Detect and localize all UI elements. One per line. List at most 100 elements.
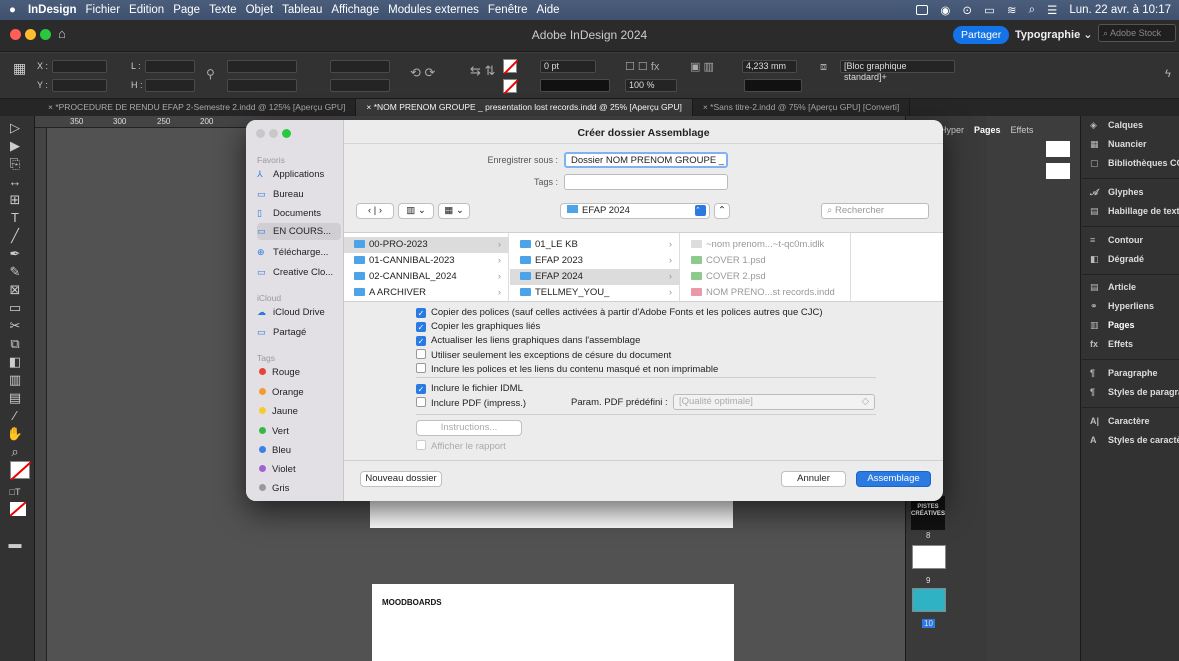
zoom-tool-icon[interactable]: ⌕ (6, 444, 24, 460)
sidebar-item-icloud-drive[interactable]: ☁ iCloud Drive (257, 304, 341, 321)
panel-hyperliens[interactable]: ⚭ Hyperliens (1090, 301, 1154, 312)
search-field[interactable]: ⌕ Rechercher (821, 203, 929, 219)
tag-rouge[interactable]: Rouge (257, 364, 341, 381)
line-tool-icon[interactable]: ╱ (6, 228, 24, 244)
package-button[interactable]: Assemblage (856, 471, 931, 487)
dimension-field[interactable]: 4,233 mm (742, 60, 797, 73)
tab-presentation[interactable]: × *NOM PRENOM GROUPE _ presentation lost… (356, 99, 693, 116)
flip-icons[interactable]: ⇆ ⇅ (470, 63, 495, 79)
fill-swatch[interactable] (503, 59, 519, 75)
w-field[interactable] (145, 60, 195, 73)
group-button[interactable]: ▦ ⌄ (438, 203, 470, 219)
fill-stroke-icon[interactable] (10, 461, 32, 481)
list-item[interactable]: 02-CANNIBAL_2024 › (344, 269, 509, 285)
rectangle-frame-tool-icon[interactable]: ⊠ (6, 282, 24, 298)
menu-page[interactable]: Page (173, 4, 200, 16)
page-thumb-9[interactable] (912, 588, 946, 612)
panel-habillage[interactable]: ▤ Habillage de texte (1090, 206, 1179, 217)
dialog-minimize-button[interactable] (269, 129, 278, 138)
tag-vert[interactable]: Vert (257, 423, 341, 440)
stroke-style-select[interactable] (744, 79, 802, 92)
checkbox[interactable]: ✓ (416, 322, 426, 332)
selection-tool-icon[interactable]: ▷ (6, 120, 24, 136)
list-item[interactable]: EFAP 2023 › (510, 253, 680, 269)
checkbox[interactable]: ✓ (416, 384, 426, 394)
vertical-ruler[interactable] (35, 128, 47, 661)
menu-app-name[interactable]: InDesign (28, 4, 77, 16)
list-item[interactable]: COVER 2.psd (681, 269, 851, 285)
master-thumb[interactable] (1046, 163, 1070, 179)
panel-degrade[interactable]: ◧ Dégradé (1090, 254, 1144, 265)
menu-fenetre[interactable]: Fenêtre (488, 4, 528, 16)
option-copy-graphics[interactable]: ✓ Copier les graphiques liés (416, 321, 540, 333)
tags-field[interactable] (564, 174, 728, 190)
battery-icon[interactable]: ▭ (984, 3, 995, 17)
instructions-button[interactable]: Instructions... (416, 420, 522, 436)
checkbox[interactable] (416, 363, 426, 373)
back-forward-buttons[interactable]: ‹ | › (356, 203, 394, 219)
pencil-tool-icon[interactable]: ✎ (6, 264, 24, 280)
gap-tool-icon[interactable]: ↔ (6, 174, 24, 190)
option-pdf[interactable]: Inclure PDF (impress.) (416, 397, 526, 410)
share-button[interactable]: Partager (953, 26, 1010, 44)
menu-objet[interactable]: Objet (246, 4, 274, 16)
option-hidden-content[interactable]: Inclure les polices et les liens du cont… (416, 363, 718, 376)
gradient-feather-icon[interactable]: ▥ (6, 372, 24, 388)
wifi-icon[interactable]: ≋ (1007, 3, 1017, 17)
list-item[interactable]: 01_LE KB › (510, 237, 680, 253)
apply-none-icon[interactable] (9, 501, 27, 517)
sidebar-item-en-cours[interactable]: ▭ EN COURS... (257, 223, 341, 240)
sidebar-item-documents[interactable]: ▯ Documents (257, 205, 341, 222)
panel-paragraphe[interactable]: ¶ Paragraphe (1090, 368, 1158, 378)
panel-styles-caractere[interactable]: A Styles de caractère (1090, 435, 1179, 445)
screen-icon[interactable] (916, 5, 929, 15)
x-field[interactable] (52, 60, 107, 73)
list-item[interactable]: 00-PRO-2023 › (344, 237, 509, 253)
view-mode-button[interactable]: ▥ ⌄ (398, 203, 434, 219)
new-folder-button[interactable]: Nouveau dossier (360, 471, 442, 487)
shear-field[interactable] (330, 79, 390, 92)
list-item[interactable]: EFAP 2024 › (510, 269, 680, 285)
menu-modules[interactable]: Modules externes (388, 4, 479, 16)
clock[interactable]: Lun. 22 avr. à 10:17 (1069, 4, 1171, 16)
reference-point-icon[interactable]: ▦ (13, 60, 26, 77)
gradient-tool-icon[interactable]: ◧ (6, 354, 24, 370)
checkbox[interactable] (416, 397, 426, 407)
panel-glyphes[interactable]: 𝒜 Glyphes (1090, 187, 1144, 198)
menu-affichage[interactable]: Affichage (331, 4, 379, 16)
list-item[interactable]: 01-CANNIBAL-2023 › (344, 253, 509, 269)
cancel-button[interactable]: Annuler (781, 471, 846, 487)
scissors-tool-icon[interactable]: ✂ (6, 318, 24, 334)
tab-sans-titre[interactable]: × *Sans titre-2.indd @ 75% [Aperçu GPU] … (693, 99, 911, 116)
master-thumb[interactable] (1046, 141, 1070, 157)
option-show-report[interactable]: Afficher le rapport (416, 440, 506, 453)
control-icon[interactable]: ⊙ (962, 3, 972, 17)
page-tool-icon[interactable]: ⎘ (6, 156, 24, 172)
rotate-icons[interactable]: ⟲ ⟳ (410, 65, 435, 81)
list-item[interactable]: TELLMEY_YOU_ › (510, 285, 680, 301)
note-tool-icon[interactable]: ▤ (6, 390, 24, 406)
content-collector-icon[interactable]: ⊞ (6, 192, 24, 208)
free-transform-tool-icon[interactable]: ⧉ (6, 336, 24, 352)
direct-selection-tool-icon[interactable]: ▶ (6, 138, 24, 154)
eyedropper-tool-icon[interactable]: ⁄ (6, 408, 24, 424)
text-wrap-icons[interactable]: ▣ ▥ (690, 60, 714, 73)
hand-tool-icon[interactable]: ✋ (6, 426, 24, 442)
object-style-select[interactable]: [Bloc graphique standard]+ (840, 60, 955, 82)
save-as-field[interactable]: Dossier NOM PRENOM GROUPE _ p (564, 152, 728, 168)
frame-fitting-icons[interactable]: ☐ ☐ fx (625, 60, 659, 73)
panel-bibliotheques[interactable]: ▢ Bibliothèques CC (1090, 158, 1179, 169)
panel-effets[interactable]: fx Effets (1090, 339, 1133, 349)
tab-effets[interactable]: Effets (1011, 125, 1034, 141)
scale-y-field[interactable] (227, 79, 297, 92)
tag-gris[interactable]: Gris (257, 480, 341, 497)
adobe-stock-search[interactable]: ⌕ Adobe Stock (1098, 24, 1176, 42)
sidebar-item-bureau[interactable]: ▭ Bureau (257, 186, 341, 203)
tag-orange[interactable]: Orange (257, 384, 341, 401)
tag-bleu[interactable]: Bleu (257, 442, 341, 459)
menu-texte[interactable]: Texte (209, 4, 237, 16)
formatting-icon[interactable]: □T (6, 484, 24, 500)
option-copy-fonts[interactable]: ✓ Copier des polices (sauf celles activée… (416, 307, 823, 319)
y-field[interactable] (52, 79, 107, 92)
type-tool-icon[interactable]: T (6, 210, 24, 226)
